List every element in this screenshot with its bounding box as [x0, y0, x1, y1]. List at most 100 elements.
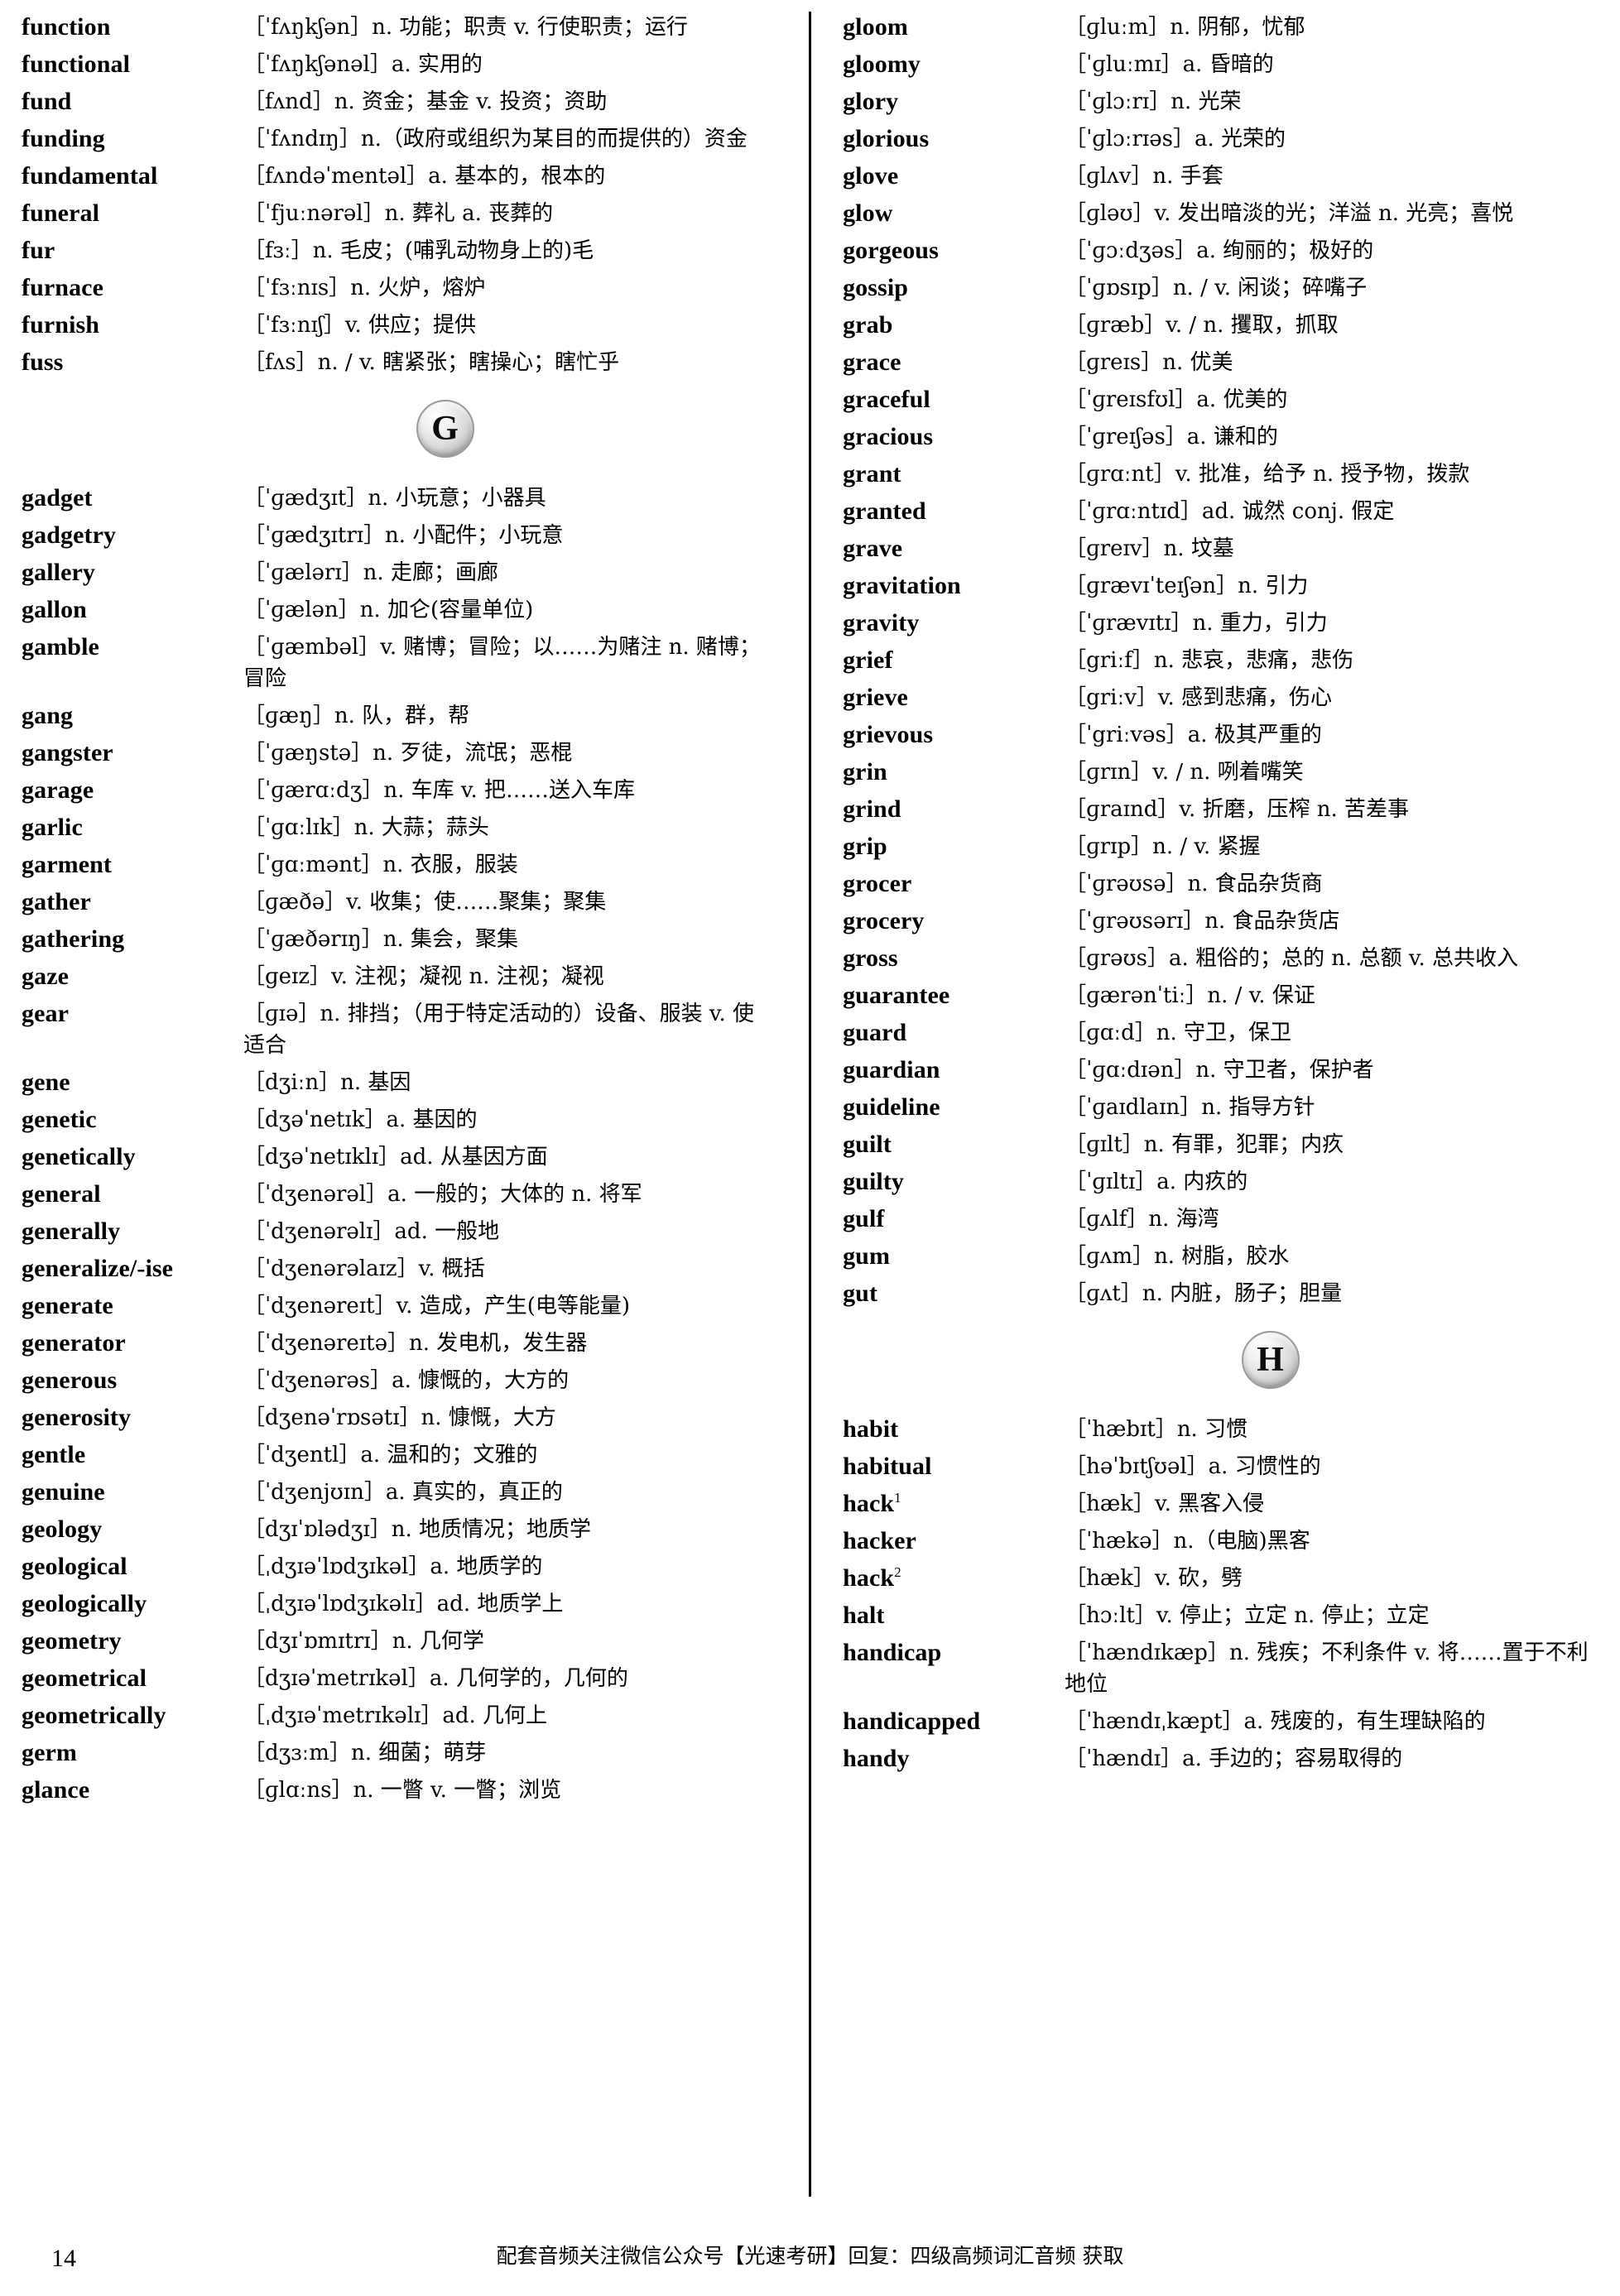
- entry-definition: ［dʒɪəˈmetrɪkəl］a. 几何学的，几何的: [243, 1666, 628, 1691]
- headword: gravity: [843, 609, 920, 636]
- entry-definition: ［ˈdʒenərəlaɪz］v. 概括: [243, 1256, 485, 1281]
- entry-definition: ［ˈfʌŋkʃən］n. 功能；职责 v. 行使职责；运行: [243, 15, 688, 40]
- headword: guideline: [843, 1093, 940, 1121]
- dictionary-entry: grant ［ɡrɑːnt］v. 批准，给予 n. 授予物，拨款: [843, 459, 1598, 490]
- letter-badge: H: [1241, 1331, 1300, 1389]
- entry-definition: ［fʌndəˈmentəl］a. 基本的，根本的: [243, 164, 606, 189]
- headword: gulf: [843, 1205, 885, 1232]
- headword: gadgetry: [22, 521, 117, 549]
- entry-definition: ［ˈdʒenəreɪtə］n. 发电机，发生器: [243, 1331, 588, 1356]
- entry-definition: ［ˈfɜːnɪs］n. 火炉，熔炉: [243, 276, 486, 300]
- dictionary-entry: grieve ［griːv］v. 感到悲痛，伤心: [843, 682, 1598, 713]
- dictionary-entry: general ［ˈdʒenərəl］a. 一般的；大体的 n. 将军: [22, 1179, 769, 1210]
- dictionary-entry: generous ［ˈdʒenərəs］a. 慷慨的，大方的: [22, 1365, 769, 1396]
- entry-definition: ［ˈdʒenəreɪt］v. 造成，产生(电等能量): [243, 1294, 630, 1319]
- column-divider-rule: [809, 12, 812, 2197]
- dictionary-entry: guilt ［ɡɪlt］n. 有罪，犯罪；内疚: [843, 1129, 1598, 1160]
- headword: gloom: [843, 13, 908, 41]
- dictionary-entry: funding ［ˈfʌndɪŋ］n.（政府或组织为某目的而提供的）资金: [22, 123, 769, 155]
- left-column: function ［ˈfʌŋkʃən］n. 功能；职责 v. 行使职责；运行 f…: [22, 12, 787, 1812]
- headword: gallon: [22, 596, 87, 623]
- two-column-layout: function ［ˈfʌŋkʃən］n. 功能；职责 v. 行使职责；运行 f…: [22, 12, 1598, 2207]
- headword: gangster: [22, 739, 113, 766]
- entry-definition: ［ˈfʌndɪŋ］n.（政府或组织为某目的而提供的）资金: [243, 127, 748, 151]
- entry-definition: ［ˈdʒentl］a. 温和的；文雅的: [243, 1443, 538, 1467]
- right-entry-list-after-separator: habit ［ˈhæbɪt］n. 习惯 habitual ［həˈbɪtʃʊəl…: [843, 1414, 1598, 1775]
- headword: grind: [843, 795, 901, 823]
- left-entry-list-before-separator: function ［ˈfʌŋkʃən］n. 功能；职责 v. 行使职责；运行 f…: [22, 12, 769, 378]
- headword: gene: [22, 1069, 70, 1096]
- headword: grocer: [843, 870, 912, 897]
- letter-separator-h: H: [843, 1331, 1598, 1389]
- headword: fundamental: [22, 162, 158, 190]
- headword: hacker: [843, 1527, 916, 1554]
- headword: gadget: [22, 484, 93, 512]
- entry-definition: ［ˈdʒenərəl］a. 一般的；大体的 n. 将军: [243, 1182, 642, 1207]
- dictionary-entry: habitual ［həˈbɪtʃʊəl］a. 习惯性的: [843, 1451, 1598, 1482]
- right-entry-list-before-separator: gloom ［ɡluːm］n. 阴郁，忧郁 gloomy ［ˈɡluːmɪ］a.…: [843, 12, 1598, 1309]
- headword: gravitation: [843, 572, 961, 599]
- entry-definition: ［ˈɡreɪsfʊl］a. 优美的: [1065, 387, 1288, 412]
- entry-definition: ［ˌdʒɪəˈlɒdʒɪkəl］a. 地质学的: [243, 1554, 543, 1579]
- entry-definition: ［dʒiːn］n. 基因: [243, 1070, 411, 1095]
- headword: habitual: [843, 1453, 932, 1480]
- headword: handicap: [843, 1639, 942, 1666]
- headword-with-superscript: hack1: [843, 1488, 1065, 1520]
- dictionary-entry: handicap ［ˈhændɪkæp］n. 残疾；不利条件 v. 将……置于不…: [843, 1637, 1598, 1700]
- entry-definition: ［ɡləʊ］v. 发出暗淡的光；洋溢 n. 光亮；喜悦: [1065, 201, 1514, 226]
- headword: grant: [843, 460, 901, 488]
- dictionary-entry: garlic ［ˈɡɑːlɪk］n. 大蒜；蒜头: [22, 812, 769, 843]
- headword: grave: [843, 535, 903, 562]
- headword: generally: [22, 1218, 121, 1245]
- headword: gorgeous: [843, 237, 939, 264]
- entry-definition: ［ɡɪə］n. 排挡；（用于特定活动的）设备、服装 v. 使适合: [243, 1001, 755, 1058]
- dictionary-entry: gorgeous ［ˈɡɔːdʒəs］a. 绚丽的；极好的: [843, 235, 1598, 267]
- entry-definition: ［griːv］v. 感到悲痛，伤心: [1065, 685, 1333, 710]
- headword: grief: [843, 646, 893, 674]
- page-footer: 14 配套音频关注微信公众号【光速考研】回复：四级高频词汇音频 获取: [0, 2228, 1620, 2278]
- entry-definition: ［həˈbɪtʃʊəl］a. 习惯性的: [1065, 1454, 1321, 1479]
- dictionary-entry: genetically ［dʒəˈnetɪklɪ］ad. 从基因方面: [22, 1141, 769, 1173]
- entry-definition: ［ɡlɑːns］n. 一瞥 v. 一瞥；浏览: [243, 1778, 562, 1803]
- entry-definition: ［ɡɪlt］n. 有罪，犯罪；内疚: [1065, 1132, 1344, 1157]
- dictionary-entry: grip ［ɡrɪp］n. / v. 紧握: [843, 831, 1598, 862]
- entry-definition: ［ɡrævɪˈteɪʃən］n. 引力: [1065, 574, 1309, 598]
- headword: gather: [22, 888, 91, 915]
- headword: geologically: [22, 1590, 147, 1617]
- dictionary-entry: furnace ［ˈfɜːnɪs］n. 火炉，熔炉: [22, 272, 769, 304]
- entry-definition: ［ˌdʒɪəˈmetrɪkəlɪ］ad. 几何上: [243, 1703, 547, 1728]
- entry-definition: ［ˈɡæmbəl］v. 赌博；冒险；以……为赌注 n. 赌博；冒险: [243, 635, 761, 691]
- headword: handicapped: [843, 1708, 981, 1735]
- dictionary-entry: gangster ［ˈɡæŋstə］n. 歹徒，流氓；恶棍: [22, 737, 769, 769]
- entry-definition: ［ɡluːm］n. 阴郁，忧郁: [1065, 15, 1305, 40]
- headword: general: [22, 1180, 101, 1208]
- left-entry-list-after-separator: gadget ［ˈɡædʒɪt］n. 小玩意；小器具 gadgetry ［ˈɡæ…: [22, 483, 769, 1806]
- entry-definition: ［ɡærənˈtiː］n. / v. 保证: [1065, 983, 1315, 1008]
- entry-definition: ［ˈhændɪˌkæpt］a. 残废的，有生理缺陷的: [1065, 1709, 1486, 1734]
- headword: function: [22, 13, 111, 41]
- entry-definition: ［ˈɡrəʊsə］n. 食品杂货商: [1065, 872, 1323, 896]
- entry-definition: ［ɡrɑːnt］v. 批准，给予 n. 授予物，拨款: [1065, 462, 1470, 487]
- headword: guardian: [843, 1056, 940, 1083]
- entry-definition: ［ˈhændɪ］a. 手边的；容易取得的: [1065, 1746, 1403, 1771]
- entry-definition: ［ˌdʒɪəˈlɒdʒɪkəlɪ］ad. 地质学上: [243, 1592, 564, 1616]
- headword: gossip: [843, 274, 909, 301]
- headword: gross: [843, 944, 898, 972]
- entry-definition: ［ˈɡæŋstə］n. 歹徒，流氓；恶棍: [243, 741, 573, 766]
- dictionary-entry: gut ［ɡʌt］n. 内脏，肠子；胆量: [843, 1278, 1598, 1309]
- entry-definition: ［ˈɡælən］n. 加仑(容量单位): [243, 598, 534, 622]
- entry-definition: ［dʒəˈnetɪk］a. 基因的: [243, 1107, 478, 1132]
- entry-definition: ［ɡʌt］n. 内脏，肠子；胆量: [1065, 1281, 1343, 1306]
- headword: generosity: [22, 1404, 132, 1431]
- headword: guard: [843, 1019, 907, 1046]
- entry-definition: ［ˈɡælərɪ］n. 走廊；画廊: [243, 560, 498, 585]
- dictionary-entry: grab ［ɡræb］v. / n. 攫取，抓取: [843, 310, 1598, 341]
- dictionary-entry: geometrically ［ˌdʒɪəˈmetrɪkəlɪ］ad. 几何上: [22, 1700, 769, 1732]
- dictionary-entry: gaze ［ɡeɪz］v. 注视；凝视 n. 注视；凝视: [22, 961, 769, 992]
- dictionary-entry: function ［ˈfʌŋkʃən］n. 功能；职责 v. 行使职责；运行: [22, 12, 769, 43]
- dictionary-entry: guideline ［ˈɡaɪdlaɪn］n. 指导方针: [843, 1092, 1598, 1123]
- entry-definition: ［ˈfʌŋkʃənəl］a. 实用的: [243, 52, 483, 77]
- entry-definition: ［ˈgriːvəs］a. 极其严重的: [1065, 723, 1322, 747]
- headword: gamble: [22, 633, 99, 660]
- entry-definition: ［ˈɡædʒɪtrɪ］n. 小配件；小玩意: [243, 523, 564, 548]
